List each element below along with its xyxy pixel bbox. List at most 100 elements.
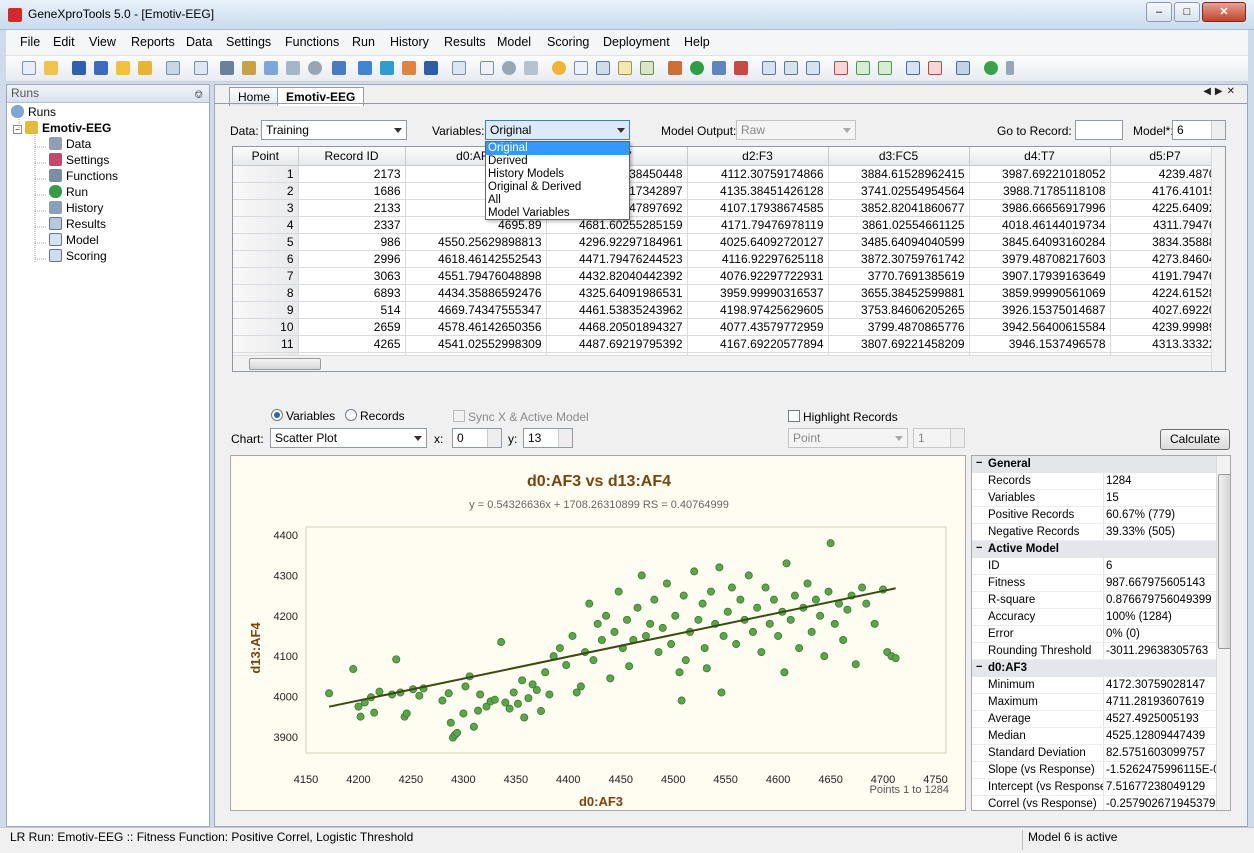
tree-icon[interactable] — [762, 61, 776, 75]
stepper-arrows-icon[interactable] — [487, 429, 501, 447]
stats-property[interactable]: Intercept (vs Response) 7.51677238049129 — [972, 779, 1216, 796]
table-cell[interactable]: 3988.71785118108 — [969, 182, 1111, 200]
table-cell[interactable]: 4273.84604 — [1110, 250, 1221, 268]
row-number[interactable]: 9 — [233, 301, 299, 319]
network-icon[interactable] — [712, 61, 726, 75]
goto-record-input[interactable] — [1075, 120, 1123, 140]
variables-select[interactable]: Original — [485, 120, 630, 140]
menu-functions[interactable]: Functions — [285, 35, 339, 49]
settings-icon[interactable] — [264, 61, 278, 75]
stats-property[interactable]: Median 4525.12809447439 — [972, 728, 1216, 745]
table-cell[interactable]: 2173 — [298, 165, 406, 183]
menu-run[interactable]: Run — [352, 35, 375, 49]
model-stepper[interactable]: 6 — [1172, 120, 1226, 140]
shield-icon[interactable] — [424, 61, 438, 75]
table-cell[interactable]: 6893 — [298, 284, 406, 302]
table-cell[interactable]: 3834.35888 — [1110, 233, 1221, 251]
row-number[interactable]: 10 — [233, 318, 299, 336]
code-red-icon[interactable] — [928, 61, 942, 75]
dropdown-option-all[interactable]: All — [486, 194, 629, 207]
statistics-grid[interactable]: − General Records 1284 Variables 15 Positive R… — [971, 455, 1231, 811]
table-cell[interactable]: 1686 — [298, 182, 406, 200]
stats-property[interactable]: Variables 15 — [972, 490, 1216, 507]
toolbar-overflow-icon[interactable] — [1006, 61, 1014, 75]
table-cell[interactable]: 986 — [298, 233, 406, 251]
table-cell[interactable]: 4434.35886592476 — [405, 284, 547, 302]
close-button[interactable]: ✕ — [1202, 2, 1246, 22]
table-cell[interactable]: 3907.17939163649 — [969, 267, 1111, 285]
move-icon[interactable] — [452, 61, 466, 75]
table-cell[interactable]: 4669.74347555347 — [405, 301, 547, 319]
stats-scrollbar[interactable] — [1216, 456, 1230, 810]
dropdown-option-derived[interactable]: Derived — [486, 155, 629, 168]
table-cell[interactable]: 3807.69221458209 — [828, 335, 970, 353]
table-row[interactable]: 10 2659 4578.46142650356 4468.20501894327 40… — [233, 318, 1221, 336]
line-chart-icon[interactable] — [640, 61, 654, 75]
table-row[interactable]: 216864611.24545.173428974135.38451426128… — [233, 182, 1221, 200]
table-icon[interactable] — [618, 61, 632, 75]
column-header[interactable]: d4:T7 — [969, 147, 1111, 166]
table-cell[interactable]: 4025.64092720127 — [687, 233, 829, 251]
row-number[interactable]: 1 — [233, 165, 299, 183]
menu-reports[interactable]: Reports — [131, 35, 175, 49]
stats-category[interactable]: − General — [972, 456, 1216, 473]
chart-icon[interactable] — [596, 61, 610, 75]
row-number[interactable]: 5 — [233, 233, 299, 251]
table-cell[interactable]: 3884.61528962415 — [828, 165, 970, 183]
row-number[interactable]: 3 — [233, 199, 299, 217]
table-cell[interactable]: 3770.7691385619 — [828, 267, 970, 285]
formula-red-icon[interactable] — [834, 61, 848, 75]
scrollbar-thumb[interactable] — [249, 358, 321, 370]
table-row[interactable]: 121734614.874613.384504484112.3075917486… — [233, 165, 1221, 183]
stats-property[interactable]: R-square 0.876679756049399 — [972, 592, 1216, 609]
table-cell[interactable]: 4325.64091986531 — [546, 284, 688, 302]
stats-scrollbar-thumb[interactable] — [1218, 474, 1230, 649]
menu-history[interactable]: History — [390, 35, 429, 49]
table-cell[interactable]: 4225.64092 — [1110, 199, 1221, 217]
table-cell[interactable]: 3926.15375014687 — [969, 301, 1111, 319]
code-blue-icon[interactable] — [906, 61, 920, 75]
model-output-select[interactable]: Raw — [736, 120, 856, 140]
table-cell[interactable]: 4618.46142552543 — [405, 250, 547, 268]
minimize-button[interactable]: – — [1146, 2, 1172, 22]
stats-property[interactable]: Average 4527.4925005193 — [972, 711, 1216, 728]
folder-icon[interactable] — [116, 61, 130, 75]
menu-deployment[interactable]: Deployment — [603, 35, 670, 49]
table-cell[interactable]: 4468.20501894327 — [546, 318, 688, 336]
table-cell[interactable]: 514 — [298, 301, 406, 319]
table-cell[interactable]: 2659 — [298, 318, 406, 336]
stats-property[interactable]: Slope (vs Response) -1.5262475996115E-0 — [972, 762, 1216, 779]
stats-property[interactable]: ID 6 — [972, 558, 1216, 575]
table-cell[interactable]: 4541.02552998309 — [405, 335, 547, 353]
table-cell[interactable]: 2337 — [298, 216, 406, 234]
data-grid[interactable]: PointRecord IDd0:AF3d1:F7d2:F3d3:FC5d4:T… — [232, 146, 1226, 372]
table-row[interactable]: 11 4265 4541.02552998309 4487.69219795392 41… — [233, 335, 1221, 353]
copy-icon[interactable] — [166, 61, 180, 75]
add-icon[interactable] — [690, 61, 704, 75]
row-number[interactable]: 11 — [233, 335, 299, 353]
table-cell[interactable]: 3845.64093160284 — [969, 233, 1111, 251]
stats-property[interactable]: Accuracy 100% (1284) — [972, 609, 1216, 626]
table-cell[interactable]: 4239.99989 — [1110, 318, 1221, 336]
table-cell[interactable]: 3485.64094040599 — [828, 233, 970, 251]
table-cell[interactable]: 4313.33322 — [1110, 335, 1221, 353]
stats-property[interactable]: Minimum 4172.30759028147 — [972, 677, 1216, 694]
table-cell[interactable]: 3872.30759761742 — [828, 250, 970, 268]
table-cell[interactable]: 3753.84606205265 — [828, 301, 970, 319]
tools-icon[interactable] — [734, 61, 748, 75]
print-preview-icon[interactable] — [194, 61, 208, 75]
table-cell[interactable]: 4018.46144019734 — [969, 216, 1111, 234]
table-cell[interactable]: 4311.79476 — [1110, 216, 1221, 234]
table-cell[interactable]: 3986.66656917996 — [969, 199, 1111, 217]
table-cell[interactable]: 4296.92297184961 — [546, 233, 688, 251]
row-number[interactable]: 2 — [233, 182, 299, 200]
stepper-arrows-icon[interactable] — [950, 429, 964, 447]
stats-category[interactable]: − Active Model — [972, 541, 1216, 558]
wand-icon[interactable] — [524, 61, 538, 75]
stats-property[interactable]: Fitness 987.667975605143 — [972, 575, 1216, 592]
dropdown-option-original[interactable]: Original — [486, 142, 629, 155]
table-cell[interactable]: 3942.56400615584 — [969, 318, 1111, 336]
menu-edit[interactable]: Edit — [53, 35, 75, 49]
collapse-icon[interactable]: − — [976, 457, 982, 469]
stats-property[interactable]: Error 0% (0) — [972, 626, 1216, 643]
